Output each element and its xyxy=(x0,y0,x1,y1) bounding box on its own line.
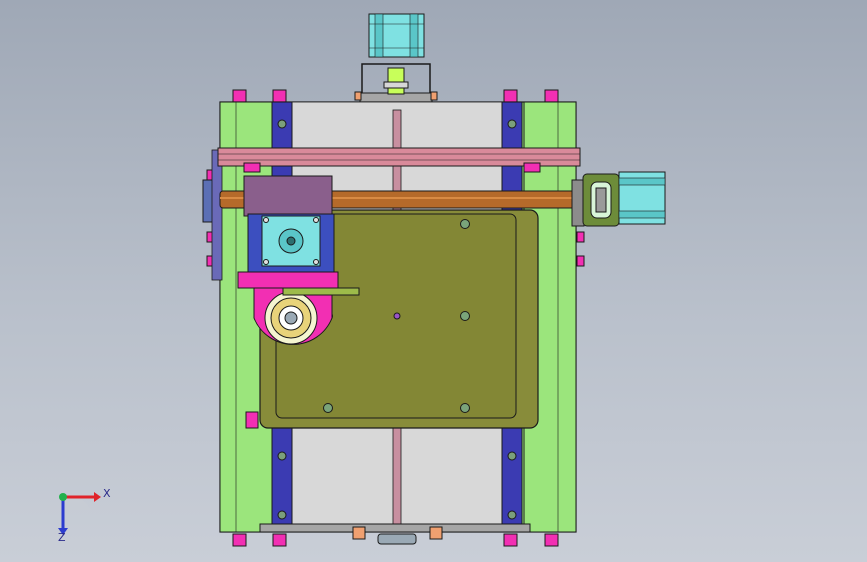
right-stepper-motor[interactable] xyxy=(571,171,666,227)
z-axis-label: Z xyxy=(58,531,66,544)
carriage-stepper[interactable] xyxy=(243,175,335,273)
left-tab xyxy=(245,411,259,429)
axis-triad[interactable] xyxy=(58,492,101,535)
y-axis-dot xyxy=(59,493,67,501)
left-end-block[interactable] xyxy=(202,149,223,281)
assembly-drawing[interactable] xyxy=(0,0,867,562)
x-axis-label: X xyxy=(103,487,111,500)
cad-viewport[interactable]: X Z xyxy=(0,0,867,562)
bottom-bracket[interactable] xyxy=(259,523,531,545)
top-stepper-motor[interactable] xyxy=(368,13,425,58)
